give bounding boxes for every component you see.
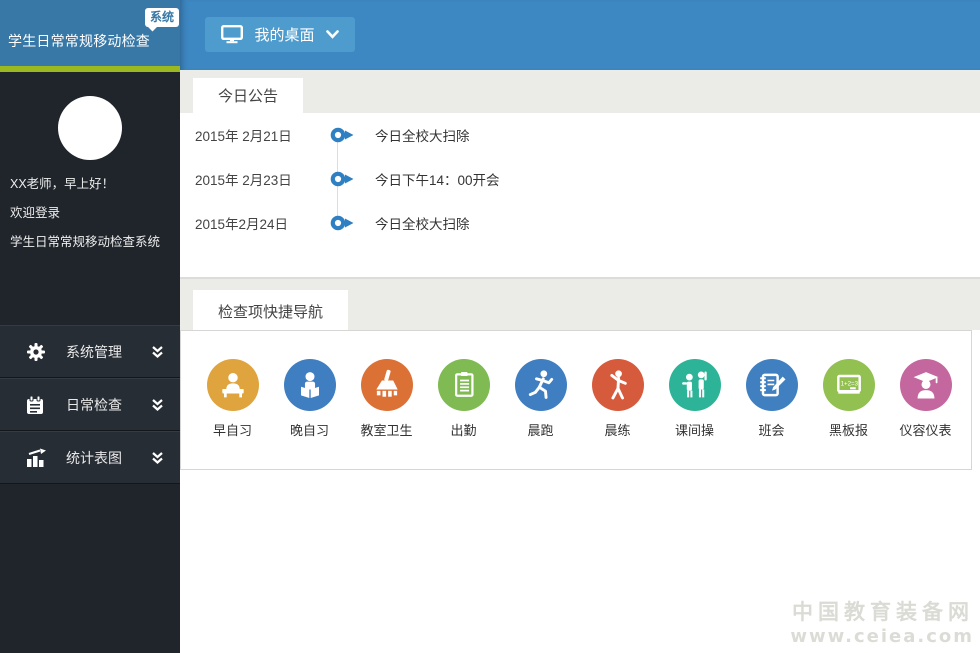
my-desktop-button[interactable]: 我的桌面 (205, 17, 355, 52)
quick-nav-item-morning-study[interactable]: 早自习 (194, 359, 271, 469)
reading-book-icon (283, 359, 336, 411)
sidebar: 学生日常常规移动检查 系统 XX老师，早上好！ 欢迎登录 学生日常常规移动检查系… (0, 0, 180, 653)
quick-nav-item-attendance[interactable]: 出勤 (425, 359, 502, 469)
notepad-icon (26, 395, 50, 415)
greeting-text: XX老师，早上好！ (10, 177, 115, 191)
quick-nav-item-morning-run[interactable]: 晨跑 (502, 359, 579, 469)
sidebar-item-system-management[interactable]: 系统管理 (0, 325, 180, 378)
exercise-icon (591, 359, 644, 411)
watermark: 中国教育装备网 www.ceiea.com (790, 596, 974, 647)
announcement-text: 今日全校大扫除 (375, 217, 470, 232)
timeline-pin-icon (329, 169, 355, 189)
tab-quick-nav[interactable]: 检查项快捷导航 (193, 290, 349, 331)
announcement-date: 2015年 2月21日 (195, 129, 292, 144)
study-desk-icon (206, 359, 259, 411)
quick-nav-panel: 早自习 晚自习 教室卫生 出勤 晨跑 晨练 课间操 班会 1+2=3 黑板报 仪… (180, 330, 972, 470)
app-title: 学生日常常规移动检查 (8, 33, 150, 49)
quick-nav-label: 早自习 (212, 423, 252, 438)
quick-nav-label: 黑板报 (828, 423, 868, 438)
quick-nav-item-break-exercise[interactable]: 课间操 (656, 359, 733, 469)
my-desktop-label: 我的桌面 (254, 27, 315, 44)
main-content: 我的桌面 今日公告 2015年 2月21日 今日全校大扫除 2015年 2月23… (180, 0, 980, 653)
group-exercise-icon (668, 359, 721, 411)
graduate-icon (899, 359, 952, 411)
app-header: 学生日常常规移动检查 系统 (0, 0, 180, 66)
announcements-tab-band: 今日公告 (180, 70, 980, 113)
quick-nav-label: 晨跑 (527, 423, 554, 438)
gear-icon (26, 342, 50, 362)
accent-divider (0, 66, 180, 72)
system-badge: 系统 (145, 8, 180, 32)
quick-nav-item-appearance[interactable]: 仪容仪表 (887, 359, 964, 469)
quick-nav-label: 课间操 (674, 423, 714, 438)
welcome-text: 欢迎登录 (10, 206, 61, 220)
runner-icon (514, 359, 567, 411)
watermark-title: 中国教育装备网 (792, 599, 974, 624)
timeline-pin-icon (329, 213, 355, 233)
sidebar-menu: 系统管理 日常检查 统计表图 (0, 325, 180, 484)
chevron-down-icon (325, 30, 339, 39)
quick-nav-label: 晨练 (604, 423, 631, 438)
announcement-text: 今日下午14：00开会 (375, 173, 500, 188)
monitor-icon (221, 25, 244, 44)
watermark-url: www.ceiea.com (790, 626, 974, 647)
quick-nav-label: 晚自习 (289, 423, 329, 438)
announcement-date: 2015年2月24日 (195, 217, 289, 232)
double-chevron-down-icon (151, 451, 164, 465)
sidebar-item-daily-check[interactable]: 日常检查 (0, 378, 180, 431)
notebook-pencil-icon (745, 359, 798, 411)
sidebar-item-label: 日常检查 (66, 396, 122, 413)
double-chevron-down-icon (151, 345, 164, 359)
sidebar-item-statistics[interactable]: 统计表图 (0, 431, 180, 484)
broom-icon (360, 359, 413, 411)
blackboard-icon: 1+2=3 (822, 359, 875, 411)
announcement-date: 2015年 2月23日 (195, 173, 292, 188)
quick-nav-label: 出勤 (450, 423, 477, 438)
announcements-panel: 2015年 2月21日 今日全校大扫除 2015年 2月23日 今日下午14：0… (180, 113, 980, 278)
tab-today-announcements[interactable]: 今日公告 (193, 78, 304, 113)
content-empty-area: 中国教育装备网 www.ceiea.com (180, 470, 980, 653)
announcement-row: 2015年 2月23日 今日下午14：00开会 (180, 157, 980, 201)
announcement-text: 今日全校大扫除 (375, 129, 470, 144)
attendance-sheet-icon (437, 359, 490, 411)
app-root: 学生日常常规移动检查 系统 XX老师，早上好！ 欢迎登录 学生日常常规移动检查系… (0, 0, 980, 653)
timeline-pin-icon (329, 125, 355, 145)
system-name-text: 学生日常常规移动检查系统 (10, 235, 161, 249)
sidebar-item-label: 统计表图 (66, 449, 122, 466)
quick-nav-item-class-meeting[interactable]: 班会 (733, 359, 810, 469)
quick-nav-item-classroom-hygiene[interactable]: 教室卫生 (348, 359, 425, 469)
quick-nav-item-blackboard-news[interactable]: 1+2=3 黑板报 (810, 359, 887, 469)
quick-nav-item-morning-exercise[interactable]: 晨练 (579, 359, 656, 469)
double-chevron-down-icon (151, 398, 164, 412)
bar-chart-icon (26, 448, 50, 468)
quick-nav-label: 仪容仪表 (899, 423, 952, 438)
quick-nav-tab-band: 检查项快捷导航 (180, 278, 980, 331)
quick-nav-label: 教室卫生 (360, 423, 413, 438)
announcement-row: 2015年2月24日 今日全校大扫除 (180, 201, 980, 245)
announcement-row: 2015年 2月21日 今日全校大扫除 (180, 113, 980, 157)
sidebar-item-label: 系统管理 (66, 343, 122, 360)
svg-text:1+2=3: 1+2=3 (840, 381, 858, 388)
topbar: 我的桌面 (180, 0, 980, 70)
avatar (58, 96, 122, 160)
quick-nav-label: 班会 (758, 423, 785, 438)
profile-section: XX老师，早上好！ 欢迎登录 学生日常常规移动检查系统 (0, 96, 180, 251)
quick-nav-item-evening-study[interactable]: 晚自习 (271, 359, 348, 469)
